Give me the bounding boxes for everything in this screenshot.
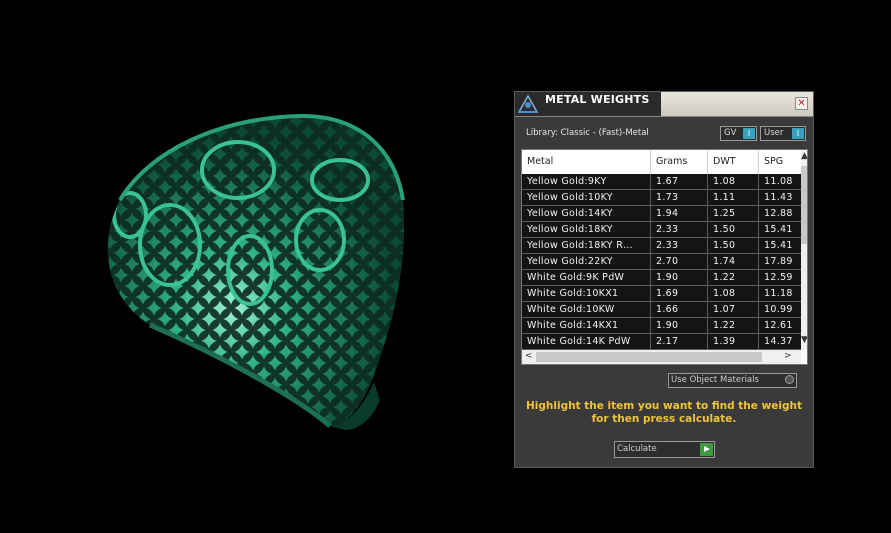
table-row[interactable]: White Gold:14KX1 1.90 1.22 12.61	[522, 318, 807, 334]
metal-weights-panel: METAL WEIGHTS ✕ Library: Classic - (Fast…	[514, 91, 814, 468]
cell-metal: White Gold:9K PdW	[522, 270, 651, 286]
cell-grams: 1.66	[651, 302, 708, 318]
cell-dwt: 1.07	[708, 302, 759, 318]
user-label: User	[764, 128, 784, 138]
cell-grams: 1.69	[651, 286, 708, 302]
cell-dwt: 1.74	[708, 254, 759, 270]
cell-grams: 1.90	[651, 270, 708, 286]
user-toggle-icon: I	[792, 128, 804, 139]
table-row[interactable]: White Gold:9K PdW 1.90 1.22 12.59	[522, 270, 807, 286]
cell-metal: White Gold:10KW	[522, 302, 651, 318]
cell-metal: Yellow Gold:22KY	[522, 254, 651, 270]
scroll-down-icon[interactable]: ▼	[801, 336, 807, 345]
column-header-grams[interactable]: Grams	[651, 150, 708, 174]
use-object-materials-label: Use Object Materials	[671, 375, 759, 385]
cell-dwt: 1.25	[708, 206, 759, 222]
column-header-dwt[interactable]: DWT	[708, 150, 759, 174]
radio-icon[interactable]	[785, 375, 794, 384]
calculate-label: Calculate	[617, 444, 657, 454]
gv-toggle-icon: I	[743, 128, 755, 139]
horizontal-scroll-thumb[interactable]	[536, 352, 762, 362]
cell-metal: White Gold:14K PdW	[522, 334, 651, 350]
cell-dwt: 1.08	[708, 174, 759, 190]
cell-metal: Yellow Gold:18KY R…	[522, 238, 651, 254]
cell-dwt: 1.22	[708, 318, 759, 334]
cell-dwt: 1.50	[708, 222, 759, 238]
cell-grams: 2.33	[651, 238, 708, 254]
app-icon	[515, 92, 541, 116]
cell-dwt: 1.11	[708, 190, 759, 206]
table-row[interactable]: Yellow Gold:22KY 2.70 1.74 17.89	[522, 254, 807, 270]
cell-metal: Yellow Gold:18KY	[522, 222, 651, 238]
instruction-line-2: for then press calculate.	[591, 413, 737, 425]
user-toggle[interactable]: User I	[760, 126, 806, 141]
library-label: Library: Classic - (Fast)-Metal	[526, 128, 649, 138]
close-icon: ✕	[797, 98, 806, 109]
cell-dwt: 1.39	[708, 334, 759, 350]
instruction-line-1: Highlight the item you want to find the …	[526, 400, 802, 412]
cell-grams: 2.17	[651, 334, 708, 350]
calculate-button[interactable]: Calculate	[614, 441, 715, 458]
metal-table: Metal Grams DWT SPG Yellow Gold:9KY 1.67…	[521, 149, 808, 365]
cell-dwt: 1.22	[708, 270, 759, 286]
cell-grams: 1.73	[651, 190, 708, 206]
cell-metal: White Gold:14KX1	[522, 318, 651, 334]
cell-grams: 2.33	[651, 222, 708, 238]
window-title: METAL WEIGHTS	[545, 93, 650, 106]
cell-metal: Yellow Gold:14KY	[522, 206, 651, 222]
gv-toggle[interactable]: GV I	[720, 126, 757, 141]
column-header-metal[interactable]: Metal	[522, 150, 651, 174]
table-row[interactable]: White Gold:10KX1 1.69 1.08 11.18	[522, 286, 807, 302]
table-row[interactable]: Yellow Gold:18KY R… 2.33 1.50 15.41	[522, 238, 807, 254]
cell-metal: Yellow Gold:9KY	[522, 174, 651, 190]
title-bar[interactable]: METAL WEIGHTS ✕	[515, 92, 813, 117]
table-row[interactable]: Yellow Gold:18KY 2.33 1.50 15.41	[522, 222, 807, 238]
cell-metal: White Gold:10KX1	[522, 286, 651, 302]
cell-dwt: 1.08	[708, 286, 759, 302]
scroll-left-icon[interactable]: <	[525, 352, 533, 361]
use-object-materials-option[interactable]: Use Object Materials	[668, 373, 797, 388]
table-row[interactable]: Yellow Gold:9KY 1.67 1.08 11.08	[522, 174, 807, 190]
cell-dwt: 1.50	[708, 238, 759, 254]
table-row[interactable]: White Gold:10KW 1.66 1.07 10.99	[522, 302, 807, 318]
vertical-scrollbar[interactable]: ▲ ▼	[801, 150, 807, 350]
play-icon[interactable]	[700, 443, 713, 456]
table-row[interactable]: White Gold:14K PdW 2.17 1.39 14.37	[522, 334, 807, 350]
horizontal-scrollbar[interactable]: < >	[522, 350, 801, 364]
gv-label: GV	[724, 128, 737, 138]
instruction-text: Highlight the item you want to find the …	[515, 400, 813, 426]
vertical-scroll-thumb[interactable]	[801, 166, 807, 244]
close-button[interactable]: ✕	[795, 97, 808, 110]
cell-grams: 1.94	[651, 206, 708, 222]
table-header: Metal Grams DWT SPG	[522, 150, 801, 174]
scroll-up-icon[interactable]: ▲	[801, 152, 807, 161]
cell-metal: Yellow Gold:10KY	[522, 190, 651, 206]
scroll-right-icon[interactable]: >	[784, 352, 792, 361]
cell-grams: 2.70	[651, 254, 708, 270]
table-row[interactable]: Yellow Gold:10KY 1.73 1.11 11.43	[522, 190, 807, 206]
cell-grams: 1.67	[651, 174, 708, 190]
table-row[interactable]: Yellow Gold:14KY 1.94 1.25 12.88	[522, 206, 807, 222]
cell-grams: 1.90	[651, 318, 708, 334]
